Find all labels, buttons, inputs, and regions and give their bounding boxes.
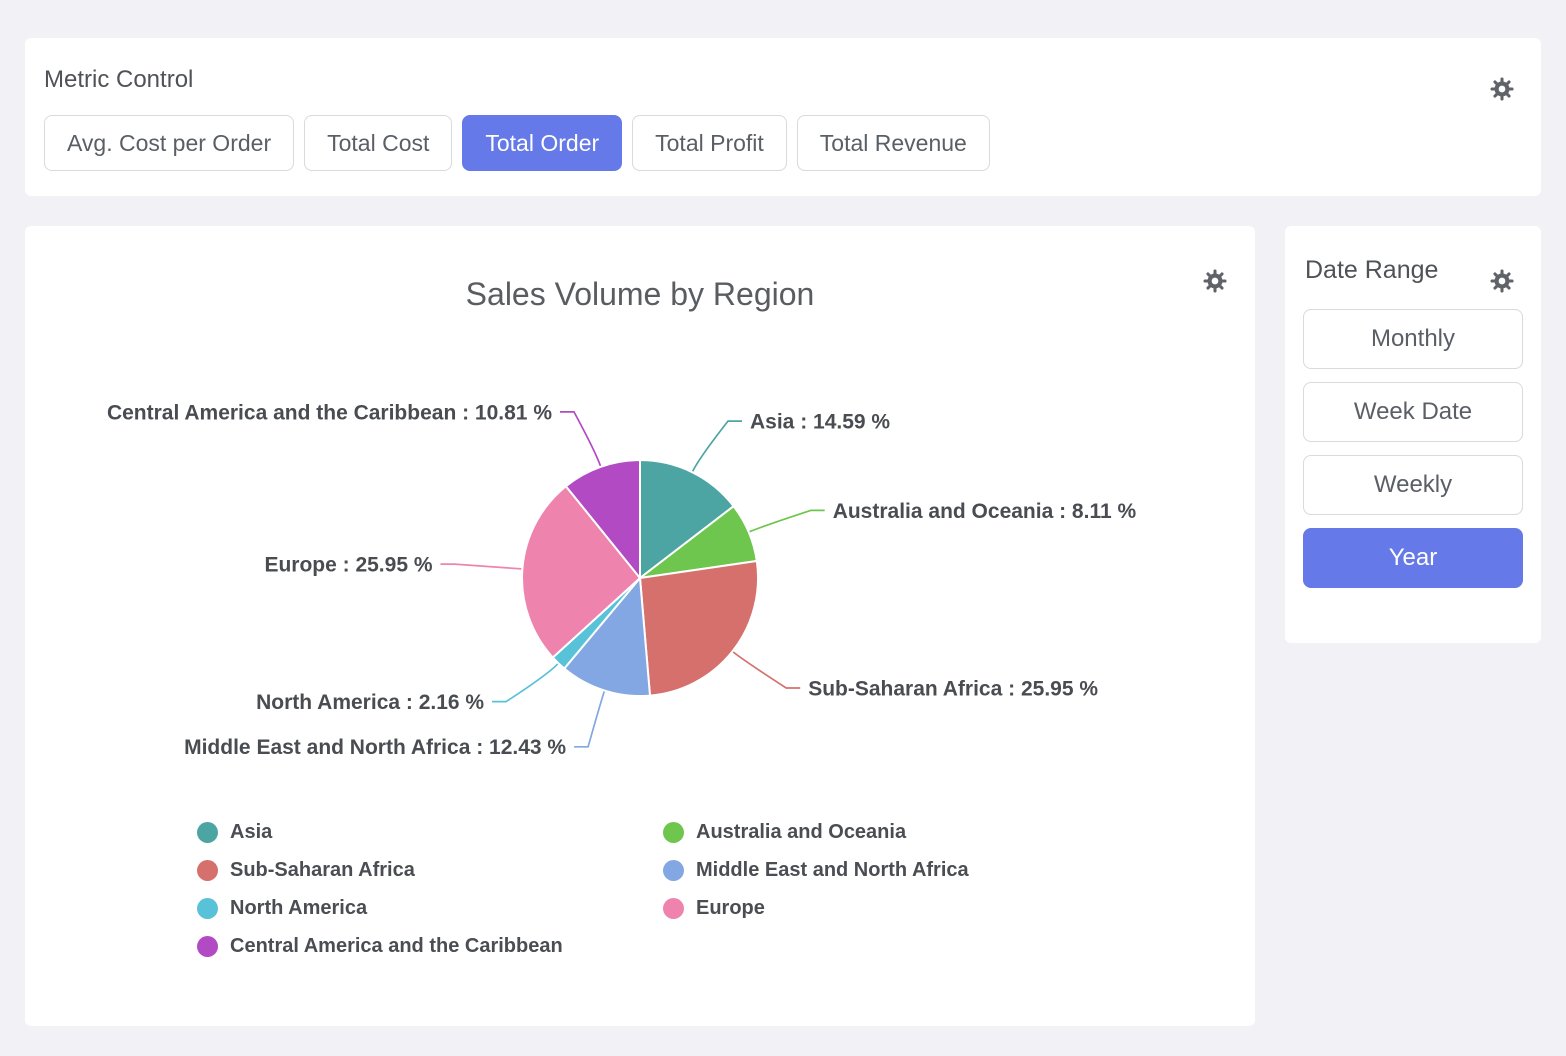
pie-label-line-sub-saharan-africa <box>733 652 800 688</box>
pie-slice-sub-saharan-africa[interactable] <box>640 561 758 696</box>
gear-icon <box>1489 76 1515 102</box>
legend-column-2: Australia and Oceania Middle East and Nor… <box>663 813 969 927</box>
legend-label-central-america-and-the-caribbean: Central America and the Caribbean <box>230 935 563 958</box>
pie-label-north-america: North America : 2.16 % <box>256 691 484 714</box>
legend-dot-middle-east-and-north-africa <box>663 860 684 881</box>
metric-control-panel: Metric Control Avg. Cost per OrderTotal … <box>25 38 1541 196</box>
metric-button-total-order[interactable]: Total Order <box>462 115 622 171</box>
metric-control-settings-button[interactable] <box>1489 76 1515 102</box>
metric-button-total-profit[interactable]: Total Profit <box>632 115 787 171</box>
metric-button-avg-cost-per-order[interactable]: Avg. Cost per Order <box>44 115 294 171</box>
legend-dot-north-america <box>197 898 218 919</box>
legend-item-middle-east-and-north-africa[interactable]: Middle East and North Africa <box>663 851 969 889</box>
legend-label-europe: Europe <box>696 897 765 920</box>
pie-label-line-australia-and-oceania <box>750 510 825 531</box>
pie-label-line-europe <box>441 564 522 569</box>
legend-item-australia-and-oceania[interactable]: Australia and Oceania <box>663 813 969 851</box>
pie-label-line-central-america-and-the-caribbean <box>560 412 600 466</box>
date-button-year[interactable]: Year <box>1303 528 1523 588</box>
date-range-panel: Date Range MonthlyWeek DateWeeklyYear <box>1285 226 1541 643</box>
pie-label-europe: Europe : 25.95 % <box>264 553 432 576</box>
pie-label-sub-saharan-africa: Sub-Saharan Africa : 25.95 % <box>808 677 1098 700</box>
legend-item-central-america-and-the-caribbean[interactable]: Central America and the Caribbean <box>197 927 563 965</box>
pie-label-central-america-and-the-caribbean: Central America and the Caribbean : 10.8… <box>107 401 552 424</box>
legend-dot-australia-and-oceania <box>663 822 684 843</box>
date-button-monthly[interactable]: Monthly <box>1303 309 1523 369</box>
legend-item-sub-saharan-africa[interactable]: Sub-Saharan Africa <box>197 851 563 889</box>
pie-label-middle-east-and-north-africa: Middle East and North Africa : 12.43 % <box>184 736 566 759</box>
legend-label-north-america: North America <box>230 897 367 920</box>
legend-dot-sub-saharan-africa <box>197 860 218 881</box>
gear-icon <box>1489 268 1515 294</box>
sales-volume-chart-panel: Sales Volume by Region Asia : 14.59 %Aus… <box>25 226 1255 1026</box>
metric-button-total-revenue[interactable]: Total Revenue <box>797 115 990 171</box>
pie-label-line-north-america <box>492 664 558 702</box>
date-range-settings-button[interactable] <box>1489 268 1515 294</box>
legend-item-europe[interactable]: Europe <box>663 889 969 927</box>
pie-label-line-middle-east-and-north-africa <box>574 692 604 747</box>
pie-label-australia-and-oceania: Australia and Oceania : 8.11 % <box>833 500 1137 523</box>
date-button-weekly[interactable]: Weekly <box>1303 455 1523 515</box>
legend-label-asia: Asia <box>230 821 272 844</box>
legend-dot-europe <box>663 898 684 919</box>
main-row: Sales Volume by Region Asia : 14.59 %Aus… <box>25 226 1541 1026</box>
legend-item-north-america[interactable]: North America <box>197 889 563 927</box>
date-range-button-group: Monthly Week Date Weekly Year <box>1303 309 1523 588</box>
legend-column-1: Asia Sub-Saharan Africa North America Centr… <box>197 813 563 965</box>
metric-control-title: Metric Control <box>44 66 1522 95</box>
date-button-week-date[interactable]: Week Date <box>1303 382 1523 442</box>
legend-label-sub-saharan-africa: Sub-Saharan Africa <box>230 859 415 882</box>
legend-label-middle-east-and-north-africa: Middle East and North Africa <box>696 859 969 882</box>
dashboard: Metric Control Avg. Cost per OrderTotal … <box>0 0 1566 1026</box>
pie-label-asia: Asia : 14.59 % <box>750 410 890 433</box>
legend-dot-central-america-and-the-caribbean <box>197 936 218 957</box>
metric-button-total-cost[interactable]: Total Cost <box>304 115 452 171</box>
legend-item-asia[interactable]: Asia <box>197 813 563 851</box>
pie-label-line-asia <box>693 421 742 471</box>
metric-button-group: Avg. Cost per OrderTotal CostTotal Order… <box>44 115 1522 171</box>
legend-label-australia-and-oceania: Australia and Oceania <box>696 821 906 844</box>
legend-dot-asia <box>197 822 218 843</box>
